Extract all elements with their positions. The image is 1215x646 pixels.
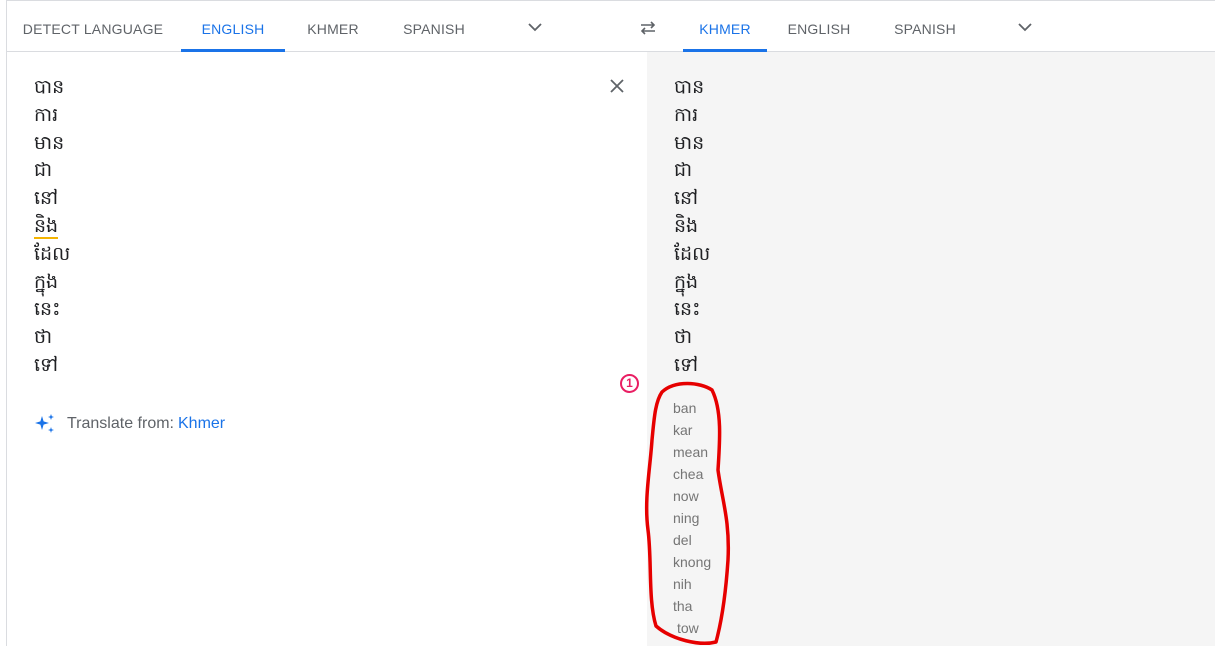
list-item: ជា xyxy=(34,159,53,182)
list-item: ក្នុង xyxy=(34,270,59,293)
list-item: នៅ xyxy=(34,187,59,210)
chevron-down-icon[interactable] xyxy=(527,19,543,35)
list-item: មាន xyxy=(674,131,705,154)
romanization-list: ban kar mean chea now ning del knong nih… xyxy=(673,397,711,639)
list-item: ដែល xyxy=(34,242,71,265)
list-item: now xyxy=(673,488,699,504)
list-item: ការ xyxy=(674,103,699,126)
list-item: tha xyxy=(673,598,693,614)
annotation-number-badge: 1 xyxy=(620,374,639,393)
tab-source-spanish[interactable]: SPANISH xyxy=(387,1,481,52)
list-item: និង xyxy=(674,214,699,237)
list-item: ban xyxy=(673,400,697,416)
list-item: tow xyxy=(677,620,699,636)
list-item: ជា xyxy=(674,159,693,182)
list-item: ដែល xyxy=(674,242,711,265)
language-bar: DETECT LANGUAGE ENGLISH KHMER SPANISH KH… xyxy=(6,0,1215,52)
list-item: chea xyxy=(673,466,704,482)
sparkle-icon xyxy=(35,414,54,433)
translate-from-suggestion: Translate from: Khmer xyxy=(33,412,225,436)
tab-source-english[interactable]: ENGLISH xyxy=(181,1,285,52)
list-item: mean xyxy=(673,444,709,460)
tab-source-khmer[interactable]: KHMER xyxy=(291,1,375,52)
list-item: ក្នុង xyxy=(674,270,699,293)
list-item: knong xyxy=(673,554,712,570)
list-item: នេះ xyxy=(34,298,61,321)
tab-target-english[interactable]: ENGLISH xyxy=(777,1,861,52)
list-item: មាន xyxy=(34,131,65,154)
list-item: បាន xyxy=(674,76,705,98)
list-item: និង xyxy=(34,214,59,239)
list-item: ការ xyxy=(34,103,59,126)
source-text-panel[interactable]: បាន ការ មាន ជា នៅ និង ដែល ក្នុង នេះ ថា ទ… xyxy=(6,52,646,646)
list-item: បាន xyxy=(34,76,65,98)
close-icon[interactable] xyxy=(607,76,627,96)
list-item: ថា xyxy=(34,326,53,349)
list-item: kar xyxy=(673,422,693,438)
list-item: ទៅ xyxy=(34,353,59,376)
chevron-down-icon[interactable] xyxy=(1017,19,1033,35)
tab-target-khmer[interactable]: KHMER xyxy=(683,1,767,52)
translate-from-label: Translate from: xyxy=(67,415,174,432)
list-item: ថា xyxy=(674,326,693,349)
list-item: នៅ xyxy=(674,187,699,210)
list-item: ning xyxy=(673,510,700,526)
list-item: នេះ xyxy=(674,298,701,321)
swap-languages-icon[interactable] xyxy=(638,18,658,38)
list-item: del xyxy=(673,532,692,548)
translate-from-language-link[interactable]: Khmer xyxy=(178,415,225,433)
tab-detect-language[interactable]: DETECT LANGUAGE xyxy=(7,1,179,52)
list-item: nih xyxy=(673,576,692,592)
list-item: ទៅ xyxy=(674,353,699,376)
target-word-list: បាន ការ មាន ជា នៅ និង ដែល ក្នុង នេះ ថា ទ… xyxy=(674,74,710,380)
source-word-list: បាន ការ មាន ជា នៅ និង ដែល ក្នុង នេះ ថា ទ… xyxy=(34,74,70,380)
translation-panel: បាន ការ មាន ជា នៅ និង ដែល ក្នុង នេះ ថា ទ… xyxy=(647,52,1215,646)
tab-target-spanish[interactable]: SPANISH xyxy=(877,1,973,52)
